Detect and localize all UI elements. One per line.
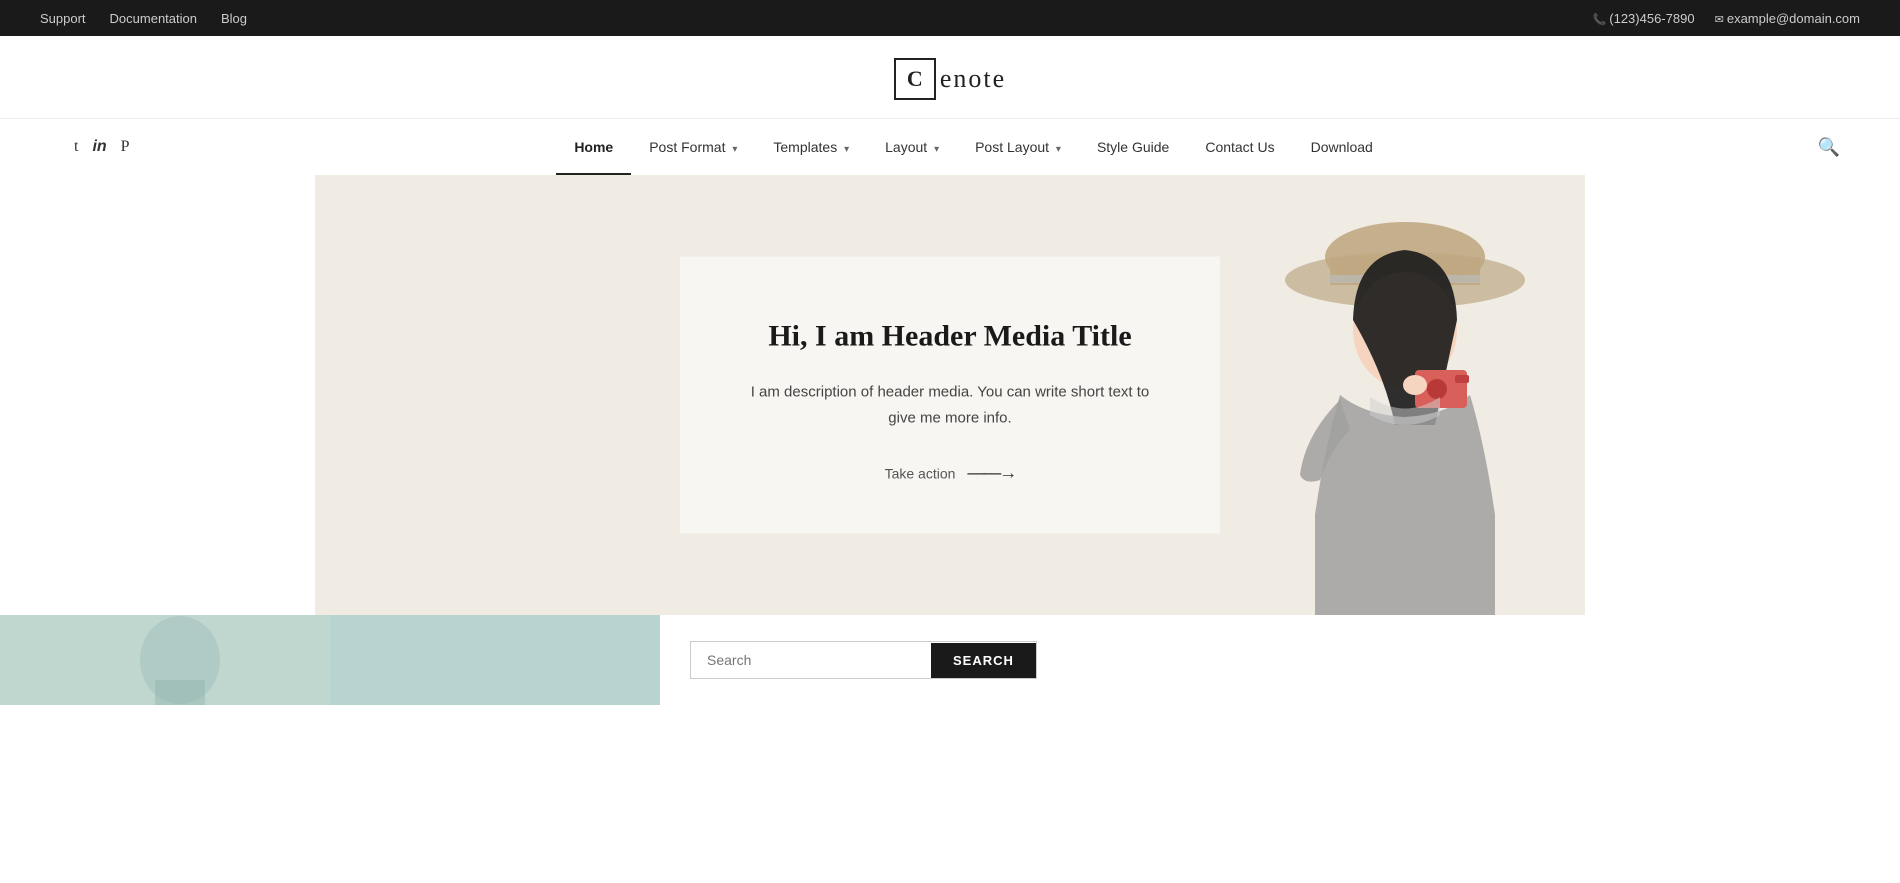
logo[interactable]: C enote [894,58,1006,100]
nav-contact-us[interactable]: Contact Us [1187,119,1292,175]
chevron-down-icon: ▾ [934,144,939,155]
logo-text: enote [940,64,1006,94]
nav-templates[interactable]: Templates ▾ [755,119,867,175]
top-bar: Support Documentation Blog (123)456-7890… [0,0,1900,36]
email-address: example@domain.com [1715,11,1860,26]
support-link[interactable]: Support [40,11,86,26]
hero-image [1165,175,1585,615]
social-icons:  t in P [60,138,130,157]
logo-area: C enote [0,36,1900,118]
linkedin-icon[interactable]: in [92,138,106,156]
search-bar: SEARCH [690,641,1037,679]
hero-section: Hi, I am Header Media Title I am descrip… [315,175,1585,615]
search-icon[interactable]: 🔍 [1818,137,1840,158]
phone-number: (123)456-7890 [1593,11,1695,26]
search-button[interactable]: SEARCH [931,643,1036,678]
pinterest-icon[interactable]: P [121,138,130,156]
hero-description: I am description of header media. You ca… [740,380,1160,431]
cta-label: Take action [885,465,956,481]
twitter-icon[interactable]: t [74,138,78,156]
hero-content-box: Hi, I am Header Media Title I am descrip… [680,257,1220,534]
chevron-down-icon: ▾ [844,144,849,155]
search-input[interactable] [691,642,931,678]
nav-style-guide[interactable]: Style Guide [1079,119,1187,175]
nav-area:  t in P Home Post Format ▾ Templates ▾ … [0,118,1900,175]
nav-download[interactable]: Download [1293,119,1391,175]
main-nav: Home Post Format ▾ Templates ▾ Layout ▾ … [556,119,1391,175]
top-bar-contact: (123)456-7890 example@domain.com [1593,11,1861,26]
chevron-down-icon: ▾ [732,144,737,155]
cta-arrow-icon: ——→ [967,463,1015,484]
bottom-strip-right: SEARCH [660,615,1900,705]
logo-letter: C [894,58,936,100]
hero-title: Hi, I am Header Media Title [740,317,1160,356]
chevron-down-icon: ▾ [1056,144,1061,155]
hero-cta-button[interactable]: Take action ——→ [740,463,1160,484]
documentation-link[interactable]: Documentation [110,11,197,26]
bottom-strip: SEARCH [0,615,1900,705]
nav-post-layout[interactable]: Post Layout ▾ [957,119,1079,175]
bottom-image-svg [0,615,660,705]
nav-post-format[interactable]: Post Format ▾ [631,119,755,175]
nav-layout[interactable]: Layout ▾ [867,119,957,175]
bottom-strip-image [0,615,660,705]
nav-home[interactable]: Home [556,119,631,175]
top-bar-links: Support Documentation Blog [40,11,247,26]
blog-link[interactable]: Blog [221,11,247,26]
